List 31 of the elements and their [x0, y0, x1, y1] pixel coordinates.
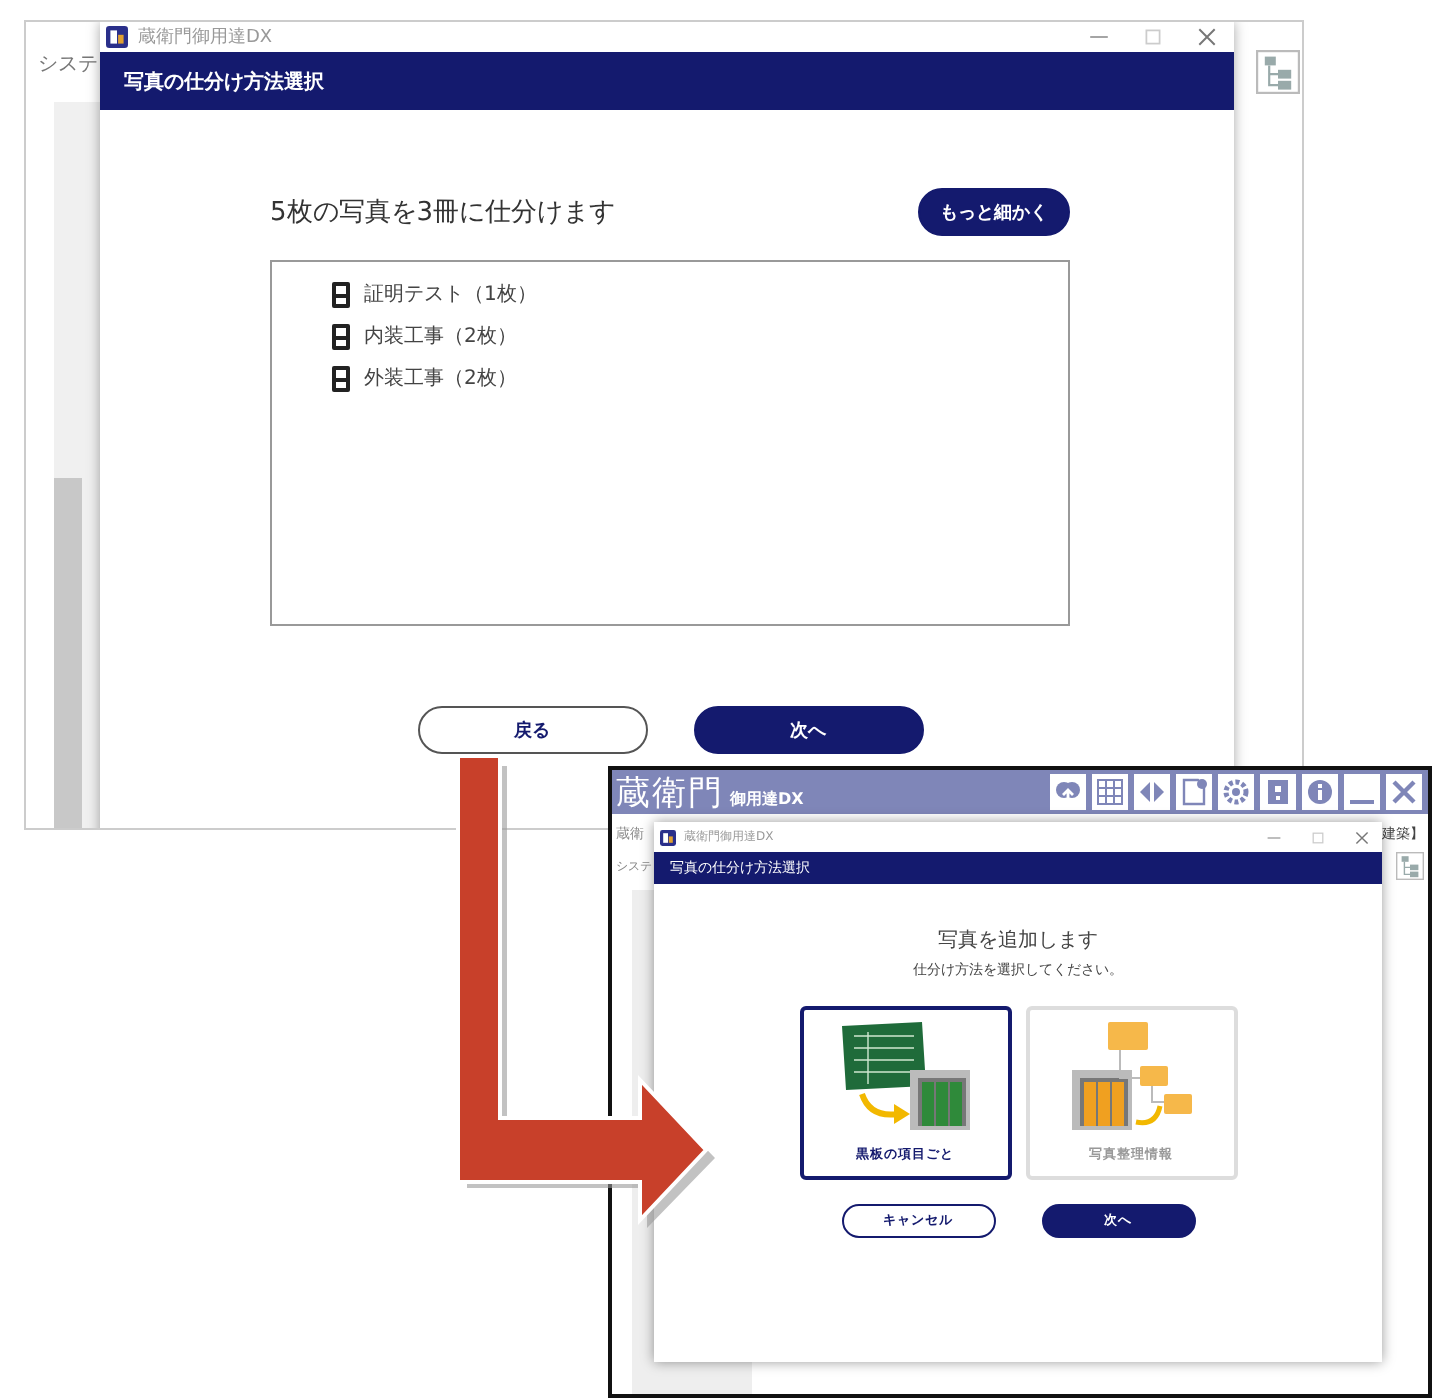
- album-name[interactable]: 外装工事（2枚）: [364, 364, 517, 392]
- tree-view-icon[interactable]: [1256, 50, 1300, 94]
- close-icon[interactable]: [1386, 774, 1422, 810]
- album-name[interactable]: 証明テスト（1枚）: [364, 280, 537, 308]
- tree-view-icon[interactable]: [1396, 852, 1424, 880]
- close-icon[interactable]: [1196, 26, 1218, 48]
- binder-icon: [332, 323, 350, 349]
- album-name[interactable]: 内装工事（2枚）: [364, 322, 517, 350]
- logo: 蔵衛門: [616, 771, 724, 815]
- dialog-title: 写真の仕分け方法選択: [100, 52, 1234, 110]
- back-button[interactable]: 戻る: [417, 706, 647, 754]
- finer-button[interactable]: もっと細かく: [918, 188, 1070, 236]
- binder-icon: [332, 365, 350, 391]
- settings-icon[interactable]: [1218, 774, 1254, 810]
- next-button[interactable]: 次へ: [693, 706, 923, 754]
- heading: 写真を追加します: [938, 927, 1098, 954]
- scrollbar[interactable]: [54, 478, 82, 828]
- app-title: 蔵衛門御用達DX: [138, 25, 275, 50]
- heading: 5枚の写真を3冊に仕分けます: [270, 196, 616, 230]
- upload-icon[interactable]: [1050, 774, 1086, 810]
- menu-label[interactable]: システ: [38, 50, 98, 78]
- blackboard-cabinet-drawing: [837, 1018, 973, 1134]
- app-icon: [660, 829, 676, 845]
- logo-suffix: 御用達DX: [730, 787, 806, 809]
- binder-icon: [332, 281, 350, 307]
- minimize-icon[interactable]: [1344, 774, 1380, 810]
- arrows-icon[interactable]: [1134, 774, 1170, 810]
- document-icon[interactable]: [1176, 774, 1212, 810]
- info-icon[interactable]: [1302, 774, 1338, 810]
- close-icon[interactable]: [1354, 829, 1370, 845]
- grid-icon[interactable]: [1092, 774, 1128, 810]
